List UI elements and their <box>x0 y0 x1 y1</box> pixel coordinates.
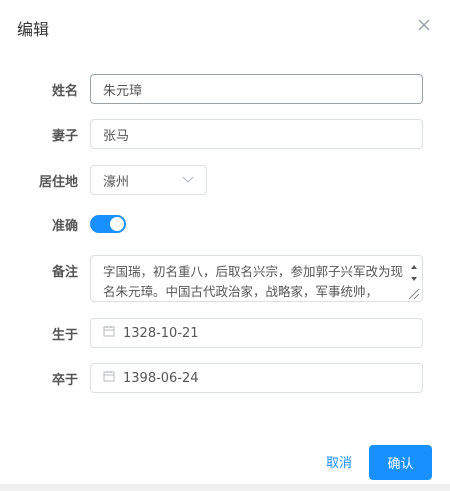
scroll-up-arrow[interactable] <box>408 258 420 270</box>
edit-dialog: 编辑 姓名 朱元璋 妻子 张马 居住地 濠州 准确 备注 字国瑞，初名重八，后取… <box>0 0 450 484</box>
toggle-knob <box>110 217 124 231</box>
died-date-input[interactable]: 1398-06-24 <box>90 363 423 393</box>
residence-select[interactable]: 濠州 <box>90 165 207 195</box>
residence-value: 濠州 <box>103 174 130 190</box>
resize-handle[interactable] <box>406 285 420 300</box>
name-value: 朱元璋 <box>103 83 143 99</box>
wife-label: 妻子 <box>51 129 78 144</box>
died-label: 卒于 <box>51 373 78 388</box>
wife-value: 张马 <box>103 128 130 144</box>
note-text: 字国瑞，初名重八，后取名兴宗，参加郭子兴军改为现名朱元璋。中国古代政治家，战略家… <box>103 264 404 299</box>
born-date-input[interactable]: 1328-10-21 <box>90 318 423 348</box>
calendar-icon <box>103 325 115 341</box>
residence-label: 居住地 <box>38 175 78 190</box>
born-value: 1328-10-21 <box>123 325 199 341</box>
close-icon[interactable] <box>414 15 434 35</box>
cancel-button[interactable]: 取消 <box>326 452 352 471</box>
died-value: 1398-06-24 <box>123 370 199 386</box>
dialog-title: 编辑 <box>17 20 50 39</box>
scroll-down-arrow[interactable] <box>408 270 420 282</box>
born-label: 生于 <box>51 328 78 343</box>
name-label: 姓名 <box>51 84 78 99</box>
note-textarea[interactable]: 字国瑞，初名重八，后取名兴宗，参加郭子兴军改为现名朱元璋。中国古代政治家，战略家… <box>90 255 423 302</box>
accurate-toggle[interactable] <box>90 215 126 233</box>
confirm-button[interactable]: 确认 <box>369 445 432 480</box>
chevron-down-icon <box>182 173 194 188</box>
wife-input[interactable]: 张马 <box>90 119 423 149</box>
calendar-icon <box>103 370 115 386</box>
accurate-label: 准确 <box>51 219 78 234</box>
note-label: 备注 <box>51 265 78 280</box>
name-input[interactable]: 朱元璋 <box>90 74 423 104</box>
